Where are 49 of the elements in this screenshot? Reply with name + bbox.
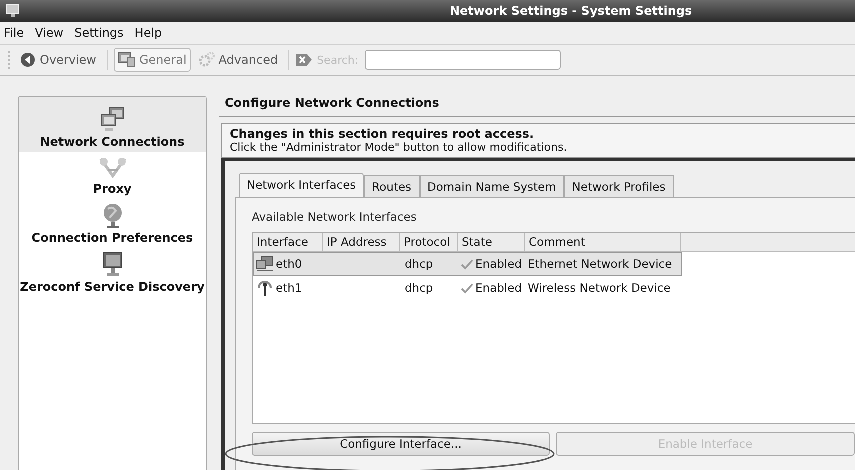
computer-icon <box>118 52 136 68</box>
column-header[interactable]: State <box>458 233 525 251</box>
table-caption: Available Network Interfaces <box>252 210 418 224</box>
table-cell-text: Wireless Network Device <box>527 281 672 295</box>
sidebar-item[interactable]: Connection Preferences <box>19 199 206 248</box>
gears-icon <box>198 52 215 68</box>
toolbar-button[interactable]: General <box>114 48 191 72</box>
notice-text: Click the "Administrator Mode" button to allow modifications. <box>230 141 568 154</box>
toolbar-button[interactable]: Overview <box>16 48 100 72</box>
column-header[interactable]: IP Address <box>323 233 400 251</box>
clear-icon[interactable] <box>295 53 314 67</box>
table-cell-text: Ethernet Network Device <box>527 257 674 271</box>
tab[interactable]: Network Profiles <box>564 175 674 198</box>
tab[interactable]: Domain Name System <box>420 175 564 198</box>
notice-title: Changes in this section requires root access. <box>230 127 536 141</box>
sidebar-item[interactable]: Network Connections <box>19 97 206 152</box>
wireless-icon <box>256 279 274 297</box>
sidebar-item[interactable]: Proxy <box>19 152 206 199</box>
menu-item[interactable]: Help <box>134 26 162 40</box>
ethernet-icon <box>256 256 274 272</box>
back-icon <box>20 52 36 68</box>
table-cell: Enabled <box>476 281 522 295</box>
table-cell: Enabled <box>476 257 522 271</box>
tab[interactable]: Network Interfaces <box>239 173 364 198</box>
network-computers-icon <box>98 107 126 133</box>
app-icon <box>6 4 20 18</box>
table-row[interactable]: eth0 dhcp Enabled Ethernet Network Device <box>253 252 682 276</box>
menu-item[interactable]: View <box>35 26 64 40</box>
tab[interactable]: Routes <box>364 175 420 198</box>
monitor-icon <box>102 252 124 278</box>
column-header[interactable]: Interface <box>253 233 323 251</box>
column-header[interactable]: Protocol <box>400 233 458 251</box>
column-header[interactable]: Comment <box>525 233 681 251</box>
toolbar-button[interactable]: Advanced <box>194 48 282 72</box>
push-button[interactable]: Configure Interface... <box>252 432 550 456</box>
table-cell-text: dhcp <box>404 257 434 271</box>
check-icon <box>461 258 474 270</box>
globe-icon <box>102 203 124 229</box>
table-cell: eth0 <box>276 257 302 271</box>
window-title: Network Settings - System Settings <box>450 4 692 18</box>
menu-item[interactable]: Settings <box>74 26 124 40</box>
menu-item[interactable]: File <box>4 26 24 40</box>
table-row[interactable]: eth1 dhcp Enabled Wireless Network Device <box>253 276 855 300</box>
section-heading: Configure Network Connections <box>219 96 855 117</box>
table-cell: eth1 <box>276 281 302 295</box>
table-cell-text: dhcp <box>404 281 434 295</box>
sidebar-item[interactable]: Zeroconf Service Discovery <box>19 248 206 297</box>
check-icon <box>461 282 474 294</box>
proxy-icon <box>98 156 128 180</box>
